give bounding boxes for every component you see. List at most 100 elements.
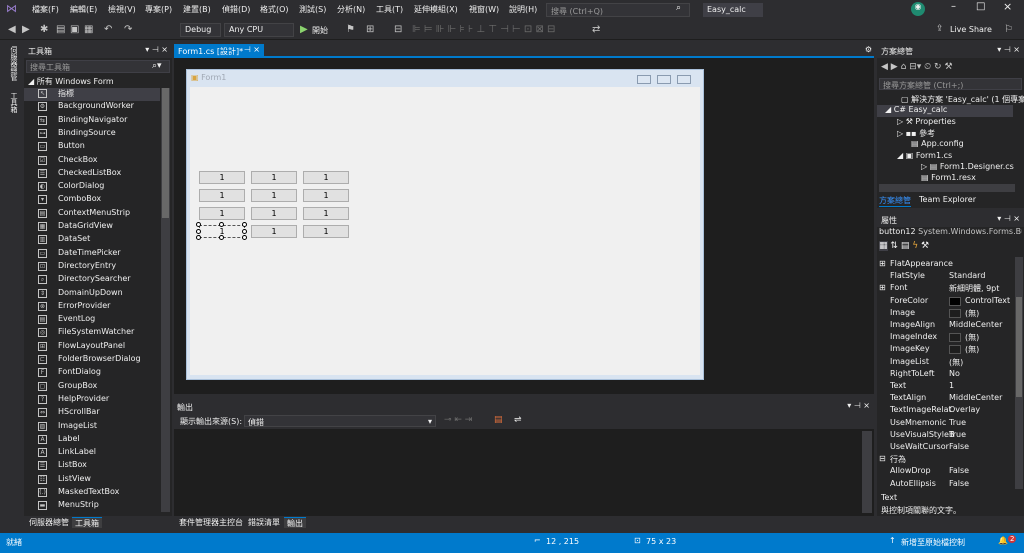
server-explorer-side-tab[interactable]: 伺服器總管 xyxy=(10,46,18,86)
toolbox-item[interactable]: ⊞ FlowLayoutPanel xyxy=(24,341,160,354)
toolbox-item[interactable]: ⇆ BindingNavigator xyxy=(24,115,160,128)
toolbox-item[interactable]: ◎ FileSystemWatcher xyxy=(24,327,160,340)
property-value[interactable]: True xyxy=(949,430,966,439)
property-row[interactable]: ⊞ Font 新細明體, 9pt xyxy=(877,283,1014,295)
scroll-thumb[interactable] xyxy=(162,88,169,218)
property-value[interactable]: 1 xyxy=(949,381,954,390)
toolbox-item[interactable]: F FontDialog xyxy=(24,367,160,380)
start-button[interactable]: 開始 xyxy=(312,25,328,36)
properties-icon[interactable]: ▤ xyxy=(901,241,910,251)
tab-order-icon[interactable]: ⇄ xyxy=(592,24,600,35)
quick-launch-input[interactable]: 搜尋 (Ctrl+Q) xyxy=(546,3,690,17)
toolbox-item[interactable]: A Label xyxy=(24,434,160,447)
form-button[interactable]: 1 xyxy=(303,207,349,220)
tree-project[interactable]: ◢ C# Easy_calc xyxy=(877,105,1013,117)
expand-icon[interactable]: ⊞ xyxy=(879,283,886,292)
search-icon[interactable]: ⌕ xyxy=(676,3,681,13)
property-row[interactable]: UseWaitCursor False xyxy=(877,442,1014,454)
menu-test[interactable]: 測試(S) xyxy=(299,4,326,15)
align-left-icon[interactable]: ⊫ ⊨ ⊪ ⊩ ⊧ ⊦ ⊥ ⊤ ⊣ ⊢ ⊡ ⊠ ⊟ xyxy=(412,24,555,35)
property-value[interactable]: (無) xyxy=(965,332,979,343)
new-project-icon[interactable]: ✱ xyxy=(40,24,48,35)
menu-help[interactable]: 說明(H) xyxy=(509,4,537,15)
pin-icon[interactable]: ⊣ × xyxy=(244,45,260,54)
platform-select[interactable]: Any CPU xyxy=(224,23,294,37)
solution-hscrollbar[interactable] xyxy=(879,184,1015,192)
toolbox-item[interactable]: ☑ CheckBox xyxy=(24,155,160,168)
collapse-icon[interactable]: ◢ xyxy=(28,77,34,86)
solution-search-input[interactable]: 搜尋方案總管 (Ctrl+;) xyxy=(879,78,1022,90)
toolbox-item[interactable]: ⊗ ErrorProvider xyxy=(24,301,160,314)
pane-options-icon[interactable]: ▾ ⊣ × xyxy=(847,401,870,410)
toolbox-item[interactable]: ▤ EventLog xyxy=(24,314,160,327)
form-button[interactable]: 1 xyxy=(199,189,245,202)
close-icon[interactable]: × xyxy=(1003,0,1012,13)
add-to-source-control-button[interactable]: 新增至原始檔控制 xyxy=(901,537,965,548)
open-icon[interactable]: ▤ xyxy=(56,24,65,35)
categorized-icon[interactable]: ▦ xyxy=(879,241,888,251)
toolbox-item[interactable]: (.) MaskedTextBox xyxy=(24,487,160,500)
toolbox-scrollbar[interactable] xyxy=(161,88,170,512)
form-button[interactable]: 1 xyxy=(303,225,349,238)
toolbox-item[interactable]: ⊏ FolderBrowserDialog xyxy=(24,354,160,367)
property-value[interactable]: 新細明體, 9pt xyxy=(949,283,999,294)
menu-tools[interactable]: 工具(T) xyxy=(376,4,403,15)
save-all-icon[interactable]: ▦ xyxy=(84,24,93,35)
toolbox-item[interactable]: ▭ DateTimePicker xyxy=(24,248,160,261)
toolbox-search-input[interactable]: 搜尋工具箱 xyxy=(26,60,170,73)
selection-handle[interactable] xyxy=(242,235,247,240)
toolbox-item[interactable]: ▢ GroupBox xyxy=(24,381,160,394)
property-value[interactable]: ControlText xyxy=(965,296,1010,305)
gear-icon[interactable]: ⚙ xyxy=(865,45,872,54)
vs-logo-icon[interactable]: ⋈ xyxy=(6,2,17,15)
pane-options-icon[interactable]: ▾ ⊣ × xyxy=(145,45,168,54)
property-value[interactable]: (無) xyxy=(949,357,963,368)
selection-handle[interactable] xyxy=(196,235,201,240)
property-row[interactable]: ⊞ FlatAppearance xyxy=(877,259,1014,271)
toolbox-side-tab[interactable]: 工具箱 xyxy=(10,92,18,118)
toolbox-item[interactable]: ⊡ DirectoryEntry xyxy=(24,261,160,274)
browser-icon[interactable]: ⚑ xyxy=(346,24,355,35)
tree-form1-resx[interactable]: ▤ Form1.resx xyxy=(921,173,976,182)
object-selector[interactable]: button12 System.Windows.Forms.Button xyxy=(879,227,1022,239)
config-select[interactable]: Debug xyxy=(180,23,221,37)
toolbox-item[interactable]: ⊶ BindingSource xyxy=(24,128,160,141)
layout-icon[interactable]: ⊞ xyxy=(366,24,374,35)
avatar[interactable]: ◉ xyxy=(911,2,925,16)
selection-handle[interactable] xyxy=(219,222,224,227)
selection-handle[interactable] xyxy=(242,222,247,227)
property-row[interactable]: RightToLeft No xyxy=(877,369,1014,381)
menu-project[interactable]: 專案(P) xyxy=(145,4,172,15)
toolbox-item[interactable]: ⚙ BackgroundWorker xyxy=(24,101,160,114)
notifications-icon[interactable]: 🔔 xyxy=(998,536,1008,545)
menu-debug[interactable]: 偵錯(D) xyxy=(222,4,250,15)
properties-scrollbar[interactable] xyxy=(1015,257,1023,489)
menu-window[interactable]: 視窗(W) xyxy=(469,4,499,15)
output-text[interactable] xyxy=(174,431,862,513)
pane-options-icon[interactable]: ▾ ⊣ × xyxy=(997,45,1020,54)
menu-view[interactable]: 檢視(V) xyxy=(108,4,136,15)
form-button[interactable]: 1 xyxy=(251,225,297,238)
word-wrap-icon[interactable]: ⇌ xyxy=(514,415,522,425)
menu-analyze[interactable]: 分析(N) xyxy=(337,4,365,15)
toolbox-item[interactable]: ↖ 指標 xyxy=(24,88,160,101)
live-share-button[interactable]: Live Share xyxy=(950,25,992,34)
maximize-icon[interactable]: □ xyxy=(976,1,985,12)
pane-options-icon[interactable]: ▾ ⊣ × xyxy=(997,214,1020,223)
tab-team-explorer[interactable]: Team Explorer xyxy=(919,195,976,204)
search-icon[interactable]: ⌕▾ xyxy=(152,61,162,71)
go-to-message-icon[interactable]: ⊸ ⇤ ⇥ xyxy=(444,415,472,425)
bottom-tab-toolbox[interactable]: 工具箱 xyxy=(72,517,102,528)
form-window[interactable]: ▣ Form1 111111111111 xyxy=(186,69,704,380)
back-icon[interactable]: ◀ xyxy=(8,24,16,35)
toolbox-item[interactable]: ▦ DataGridView xyxy=(24,221,160,234)
property-value[interactable]: Overlay xyxy=(949,405,980,414)
bottom-tab-package-manager[interactable]: 套件管理器主控台 xyxy=(176,517,246,528)
toolbox-item[interactable]: A LinkLabel xyxy=(24,447,160,460)
form-button[interactable]: 1 xyxy=(303,189,349,202)
property-value[interactable]: (無) xyxy=(965,344,979,355)
forward-icon[interactable]: ▶ xyxy=(891,62,898,72)
property-row[interactable]: Image (無) xyxy=(877,308,1014,320)
bottom-tab-server-explorer[interactable]: 伺服器總管 xyxy=(26,517,72,528)
tree-references[interactable]: ▷ ▪▪ 參考 xyxy=(897,128,935,139)
